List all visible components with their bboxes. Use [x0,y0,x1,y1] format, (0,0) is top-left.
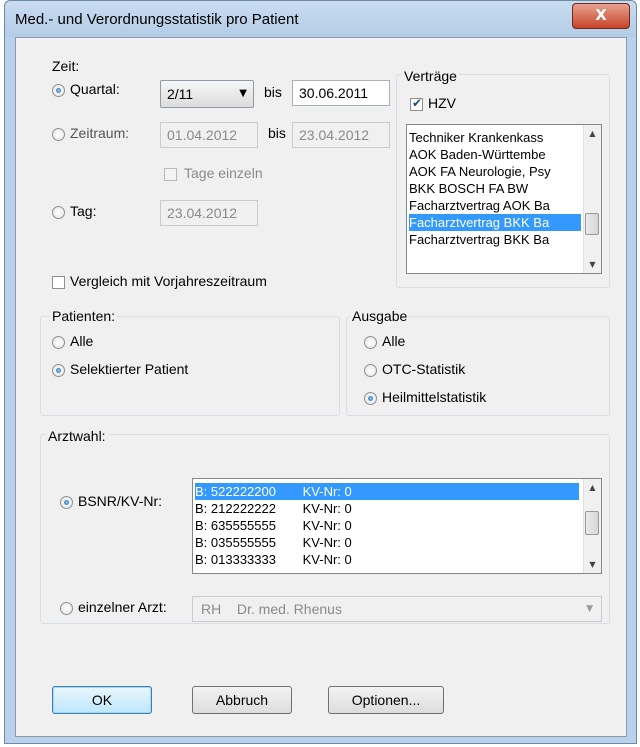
arztwahl-group-label: Arztwahl: [46,428,108,444]
zeitraum-label: Zeitraum: [70,125,130,141]
scroll-up-icon[interactable]: ▲ [584,479,601,496]
scroll-up-icon[interactable]: ▲ [584,125,601,142]
arzt-select[interactable]: RH Dr. med. Rhenus ▼ [192,596,602,622]
hzv-label: HZV [428,95,456,111]
patienten-alle-label: Alle [70,333,94,349]
ausgabe-alle-radio[interactable] [364,336,377,349]
vertraege-scrollbar[interactable]: ▲ ▼ [583,125,601,273]
optionen-button[interactable]: Optionen... [328,686,444,714]
vertrag-item[interactable]: Techniker Krankenkass [409,129,581,146]
vertraege-group-label: Verträge [402,68,459,84]
zeitraum-bis-label: bis [268,125,286,141]
kv-value: KV-Nr: 0 [302,518,352,533]
scroll-down-icon[interactable]: ▼ [584,256,601,273]
title-bar[interactable]: Med.- und Verordnungsstatistik pro Patie… [5,1,636,37]
tag-field[interactable]: 23.04.2012 [160,200,258,226]
otc-statistik-label: OTC-Statistik [382,361,466,377]
selektierter-patient-radio[interactable] [52,364,65,377]
bsnr-radio[interactable] [60,496,73,509]
arzt-kuerzel: RH [201,601,222,617]
patienten-group-label: Patienten: [50,308,118,324]
scroll-thumb[interactable] [585,213,599,235]
quartal-select[interactable]: 2/11 ▼ [160,80,254,108]
abbruch-button[interactable]: Abbruch [192,686,292,714]
quartal-bis-field[interactable]: 30.06.2011 [292,80,390,106]
dialog-window: Med.- und Verordnungsstatistik pro Patie… [4,0,637,744]
tag-radio[interactable] [52,206,65,219]
vergleich-label: Vergleich mit Vorjahreszeitraum [70,273,267,289]
tage-einzeln-label: Tage einzeln [184,165,263,181]
quartal-radio[interactable] [52,84,65,97]
ok-button[interactable]: OK [52,686,152,714]
bsnr-value: B: 522222200 [195,484,276,499]
vertrag-item[interactable]: AOK FA Neurologie, Psy [409,163,581,180]
bsnr-value: B: 013333333 [195,552,276,567]
vertrag-item-selected[interactable]: Facharztvertrag BKK Ba [409,214,581,231]
scroll-down-icon[interactable]: ▼ [584,556,601,573]
heilmittelstatistik-radio[interactable] [364,392,377,405]
vertrag-item[interactable]: Facharztvertrag AOK Ba [409,197,581,214]
bsnr-row[interactable]: B: 013333333 KV-Nr: 0 [195,551,579,568]
zeitraum-to-field[interactable]: 23.04.2012 [292,122,390,148]
chevron-down-icon: ▼ [239,88,247,99]
quartal-label: Quartal: [70,81,120,97]
bsnr-row[interactable]: B: 212222222 KV-Nr: 0 [195,500,579,517]
quartal-value: 2/11 [167,86,194,102]
bsnr-value: B: 035555555 [195,535,276,550]
arzt-name: Dr. med. Rhenus [236,601,342,617]
tage-einzeln-checkbox[interactable] [164,168,177,181]
ausgabe-group-label: Ausgabe [350,308,410,324]
bsnr-label: BSNR/KV-Nr: [78,493,163,509]
vertrag-item[interactable]: AOK Baden-Württembe [409,146,581,163]
scroll-thumb[interactable] [585,511,599,535]
quartal-bis-label: bis [264,84,282,100]
bsnr-row[interactable]: B: 035555555 KV-Nr: 0 [195,534,579,551]
einzelner-arzt-label: einzelner Arzt: [78,599,167,615]
einzelner-arzt-radio[interactable] [60,602,73,615]
kv-value: KV-Nr: 0 [302,535,352,550]
bsnr-listbox[interactable]: B: 522222200 KV-Nr: 0 B: 212222222 KV-Nr… [192,478,602,574]
bsnr-row[interactable]: B: 635555555 KV-Nr: 0 [195,517,579,534]
heilmittelstatistik-label: Heilmittelstatistik [382,389,487,405]
close-button[interactable]: X [572,3,630,29]
vertrag-item[interactable]: Facharztvertrag BKK Ba [409,231,581,248]
selektierter-patient-label: Selektierter Patient [70,361,189,377]
kv-value: KV-Nr: 0 [302,552,352,567]
window-title: Med.- und Verordnungsstatistik pro Patie… [15,11,299,28]
vertraege-listbox[interactable]: Techniker Krankenkass AOK Baden-Württemb… [406,124,602,274]
otc-statistik-radio[interactable] [364,364,377,377]
dialog-client-area: Zeit: Quartal: 2/11 ▼ bis 30.06.2011 Zei… [15,37,627,737]
vergleich-checkbox[interactable] [52,276,65,289]
ausgabe-alle-label: Alle [382,333,406,349]
zeit-group-label: Zeit: [50,58,82,74]
kv-value: KV-Nr: 0 [302,501,352,516]
patienten-alle-radio[interactable] [52,336,65,349]
zeitraum-from-field[interactable]: 01.04.2012 [160,122,258,148]
vertrag-item[interactable]: BKK BOSCH FA BW [409,180,581,197]
bsnr-scrollbar[interactable]: ▲ ▼ [583,479,601,573]
bsnr-row-selected[interactable]: B: 522222200 KV-Nr: 0 [195,483,579,500]
hzv-checkbox[interactable] [410,96,423,111]
bsnr-value: B: 212222222 [195,501,276,516]
chevron-down-icon: ▼ [586,604,593,614]
kv-value: KV-Nr: 0 [302,484,352,499]
bsnr-value: B: 635555555 [195,518,276,533]
zeitraum-radio[interactable] [52,128,65,141]
tag-label: Tag: [70,203,97,219]
